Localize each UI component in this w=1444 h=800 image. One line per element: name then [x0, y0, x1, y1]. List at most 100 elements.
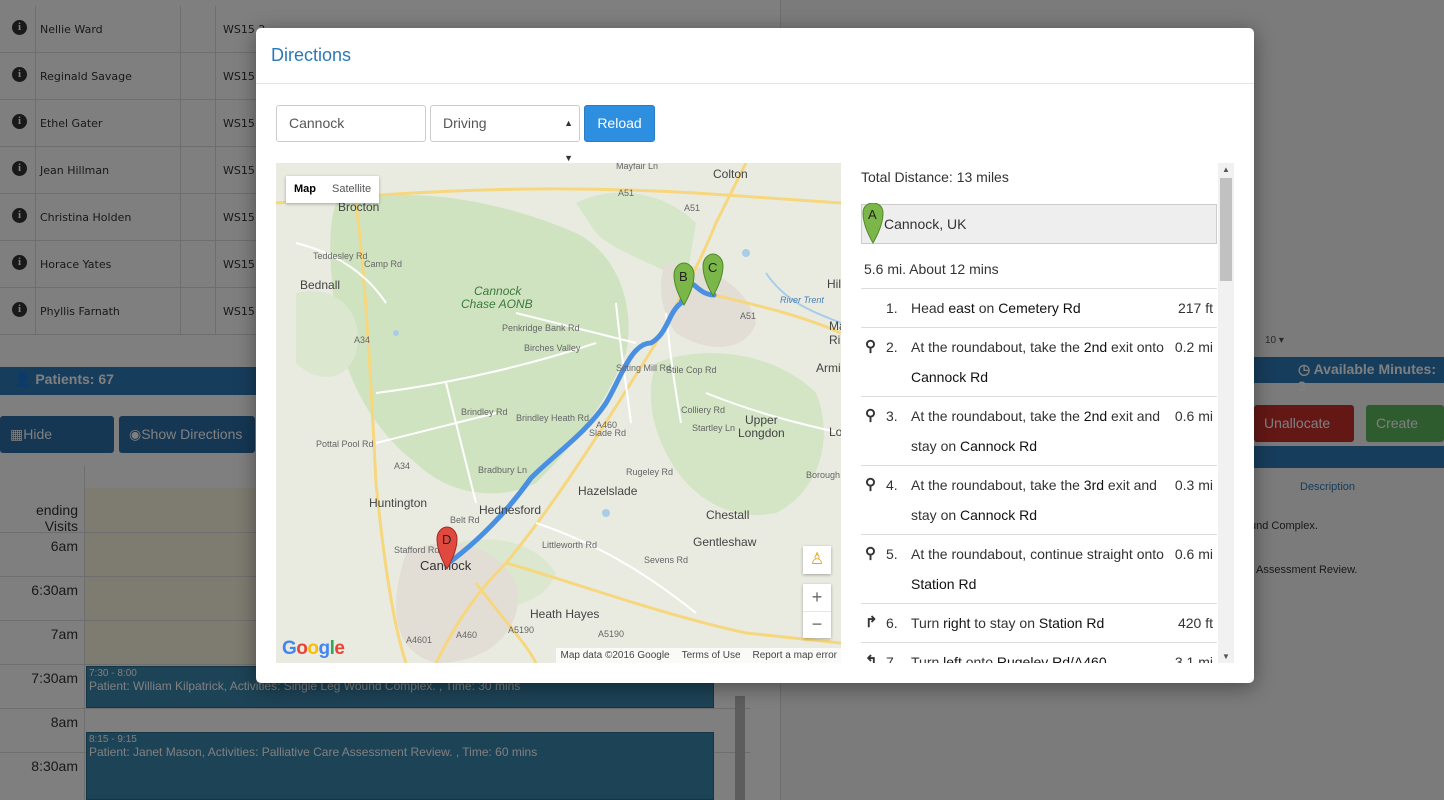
scroll-down-icon[interactable]: ▼	[1222, 652, 1230, 661]
leg-summary: 5.6 mi. About 12 mins	[864, 261, 999, 277]
road-label: A460	[596, 420, 617, 430]
road-label: Camp Rd	[364, 259, 402, 269]
direction-step[interactable]: ↰ 7. Turn left onto Rugeley Rd/A460 3.1 …	[861, 642, 1217, 663]
map-canvas: Colton Brocton Bednall Cannock Chase AON…	[276, 163, 841, 663]
travel-mode-value: Driving	[443, 115, 487, 131]
place-label: Gentleshaw	[693, 535, 757, 549]
directions-scrollbar[interactable]: ▲ ▼	[1218, 163, 1234, 663]
map-type-satellite[interactable]: Satellite	[324, 176, 379, 203]
street-view-pegman-icon[interactable]: ♙	[803, 546, 831, 574]
place-label: Bednall	[300, 278, 340, 292]
place-label: Chase AONB	[461, 297, 533, 311]
map[interactable]: Colton Brocton Bednall Cannock Chase AON…	[276, 163, 841, 663]
road-label: Stile Cop Rd	[666, 365, 717, 375]
step-distance: 0.3 mi	[1174, 477, 1213, 493]
reload-button[interactable]: Reload	[584, 105, 655, 142]
place-label: Huntington	[369, 496, 427, 510]
step-text-part: on	[974, 300, 999, 316]
road-label: Stafford Rd	[394, 545, 439, 555]
step-text: At the roundabout, continue straight ont…	[911, 539, 1176, 599]
place-label: Hil	[827, 277, 841, 291]
marker-b-label: B	[679, 269, 688, 284]
step-text-part: Cannock Rd	[960, 507, 1038, 523]
scroll-thumb[interactable]	[1220, 178, 1232, 281]
map-attribution: Map data ©2016 Google Terms of Use Repor…	[556, 648, 841, 663]
roundabout-icon: ⚲	[865, 476, 876, 493]
map-data-text: Map data ©2016 Google	[560, 650, 670, 661]
marker-c-label: C	[708, 260, 717, 275]
step-number: 1.	[886, 300, 898, 316]
modal-title: Directions	[271, 45, 352, 65]
scroll-up-icon[interactable]: ▲	[1222, 165, 1230, 174]
step-text-part: 2nd	[1083, 408, 1108, 424]
google-logo: Google	[282, 638, 345, 659]
road-label: A34	[354, 335, 370, 345]
place-label: Heath Hayes	[530, 607, 599, 621]
direction-step[interactable]: ↱ 6. Turn right to stay on Station Rd 42…	[861, 603, 1217, 642]
road-label: Teddesley Rd	[313, 251, 368, 261]
step-distance: 0.2 mi	[1174, 339, 1213, 355]
turn-right-icon: ↱	[865, 614, 878, 631]
road-label: Sitting Mill Rd	[616, 363, 671, 373]
step-text-part: exit onto	[1107, 339, 1164, 355]
directions-panel[interactable]: Total Distance: 13 miles A Cannock, UK 5…	[856, 163, 1234, 663]
step-text: Turn right to stay on Station Rd	[911, 608, 1176, 638]
zoom-control: + −	[803, 584, 831, 638]
road-label: Pottal Pool Rd	[316, 439, 374, 449]
step-text-part: Station Rd	[911, 576, 977, 592]
modal-header: Directions	[256, 28, 1254, 84]
road-label: Birches Valley	[524, 343, 581, 353]
roundabout-icon: ⚲	[865, 545, 876, 562]
map-type-control: Map Satellite	[286, 176, 380, 203]
road-label: Penkridge Bank Rd	[502, 323, 580, 333]
place-label: Chestall	[706, 508, 749, 522]
place-label: Hazelslade	[578, 484, 638, 498]
road-label: Brindley Rd	[461, 407, 508, 417]
directions-steps: 1. Head east on Cemetery Rd 217 ft ⚲ 2. …	[861, 288, 1217, 663]
step-text-part: Rugeley Rd/A460	[996, 654, 1107, 663]
travel-mode-select[interactable]: Driving ▲ ▼	[430, 105, 580, 163]
direction-step[interactable]: ⚲ 2. At the roundabout, take the 2nd exi…	[861, 327, 1217, 396]
zoom-in-button[interactable]: +	[803, 584, 831, 611]
step-text-part: to stay on	[970, 615, 1039, 631]
road-label: Colliery Rd	[681, 405, 725, 415]
road-label: Borough Ln	[806, 470, 841, 480]
step-text-part: At the roundabout, take the	[911, 339, 1084, 355]
place-label: Armi	[816, 361, 841, 375]
road-label: A51	[684, 203, 700, 213]
step-number: 5.	[886, 546, 898, 562]
step-text: Head east on Cemetery Rd	[911, 293, 1176, 323]
step-text-part: 2nd	[1083, 339, 1108, 355]
step-number: 4.	[886, 477, 898, 493]
road-label: A5190	[508, 625, 534, 635]
step-number: 6.	[886, 615, 898, 631]
road-label: Littleworth Rd	[542, 540, 597, 550]
step-text-part: Turn	[911, 615, 944, 631]
place-label: Colton	[713, 167, 748, 181]
place-label: Longdon	[738, 426, 785, 440]
step-number: 7.	[886, 654, 898, 663]
road-label: Brindley Heath Rd	[516, 413, 589, 423]
origin-address[interactable]: A Cannock, UK	[861, 203, 1217, 245]
step-distance: 0.6 mi	[1174, 408, 1213, 424]
direction-step[interactable]: ⚲ 3. At the roundabout, take the 2nd exi…	[861, 396, 1217, 465]
road-label: Belt Rd	[450, 515, 480, 525]
step-text-part: At the roundabout, take the	[911, 477, 1084, 493]
terms-link[interactable]: Terms of Use	[682, 650, 741, 661]
direction-step[interactable]: 1. Head east on Cemetery Rd 217 ft	[861, 288, 1217, 327]
road-label: Sevens Rd	[644, 555, 688, 565]
roundabout-icon: ⚲	[865, 338, 876, 355]
step-number: 3.	[886, 408, 898, 424]
total-distance: Total Distance: 13 miles	[861, 169, 1009, 185]
origin-input[interactable]: Cannock	[276, 105, 426, 142]
road-label: A460	[456, 630, 477, 640]
map-type-map[interactable]: Map	[286, 176, 324, 203]
report-error-link[interactable]: Report a map error	[753, 650, 837, 661]
direction-step[interactable]: ⚲ 4. At the roundabout, take the 3rd exi…	[861, 465, 1217, 534]
step-text-part: Cemetery Rd	[998, 300, 1081, 316]
step-text-part: onto	[961, 654, 997, 663]
zoom-out-button[interactable]: −	[803, 611, 831, 638]
road-label: A5190	[598, 629, 624, 639]
place-label: Ri	[829, 333, 840, 347]
direction-step[interactable]: ⚲ 5. At the roundabout, continue straigh…	[861, 534, 1217, 603]
